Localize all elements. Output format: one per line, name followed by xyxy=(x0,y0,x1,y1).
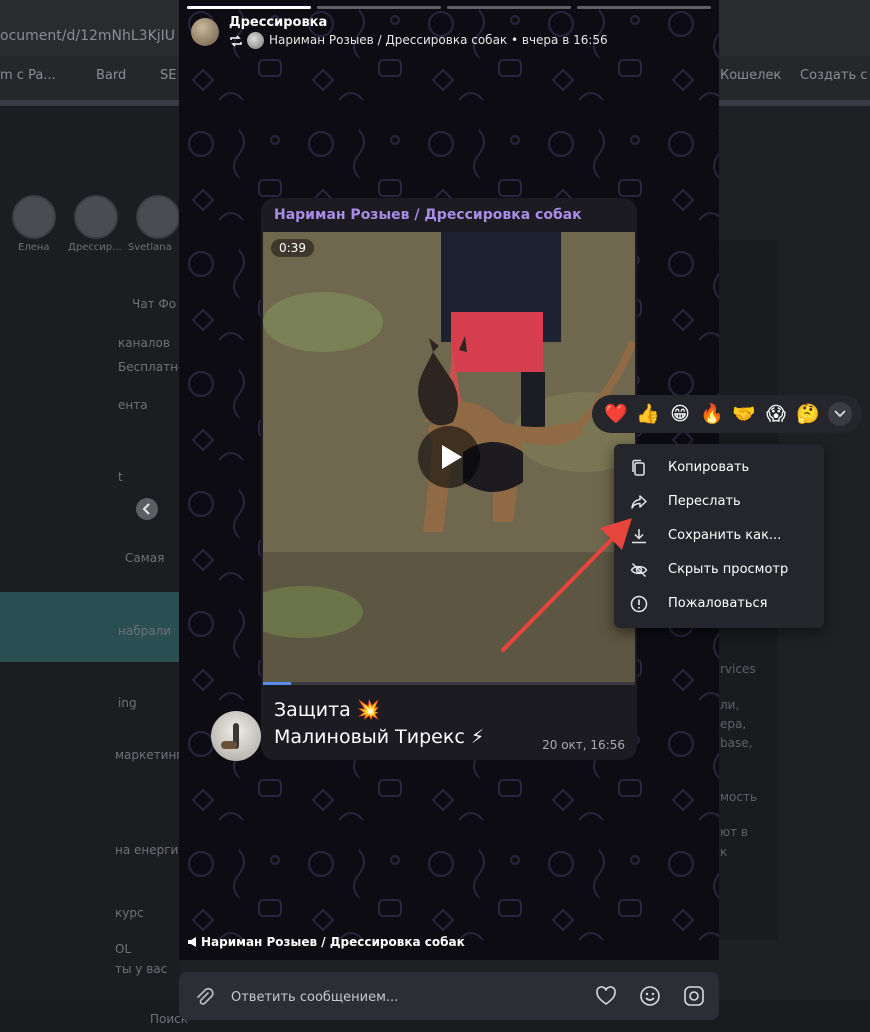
bookmark-item: SE xyxy=(160,68,177,83)
story-author-name[interactable]: Дрессировка xyxy=(229,15,327,30)
story-footer-channel[interactable]: Нариман Розыев / Дрессировка собак xyxy=(201,935,465,949)
background-list-text: Чат Фо xyxy=(132,297,177,311)
message-timestamp: 20 окт, 16:56 xyxy=(542,738,625,752)
background-story-label: Svetlana xyxy=(128,242,172,253)
camera-icon[interactable] xyxy=(683,985,705,1007)
copy-icon xyxy=(632,459,645,476)
background-panel-text: base, xyxy=(720,736,753,750)
play-icon xyxy=(442,445,462,469)
menu-item-label: Скрыть просмотр xyxy=(668,562,789,577)
bookmark-item: Bard xyxy=(96,68,127,83)
menu-item-copy[interactable]: Копировать xyxy=(614,451,824,485)
background-list-text: каналов xyxy=(118,336,170,350)
reaction-thinking[interactable]: 🤔 xyxy=(794,401,822,427)
chevron-down-icon xyxy=(834,410,846,418)
background-list-text: на енерги xyxy=(115,843,179,857)
story-progress-segment xyxy=(447,6,571,9)
background-story-label: Дрессир... xyxy=(68,242,122,253)
background-list-text: ing xyxy=(118,696,137,710)
background-list-text: Бесплатно xyxy=(118,360,186,374)
video-duration: 0:39 xyxy=(271,239,314,257)
repost-icon xyxy=(230,35,242,47)
background-list-text: набрали xyxy=(118,624,172,638)
background-panel-text: ли, xyxy=(720,698,740,712)
menu-item-hide-view[interactable]: Скрыть просмотр xyxy=(614,553,824,587)
previous-story-button[interactable] xyxy=(136,498,158,520)
heart-icon[interactable] xyxy=(595,985,617,1007)
reply-bar xyxy=(179,972,719,1020)
reaction-heart[interactable]: ❤️ xyxy=(602,401,630,427)
sender-avatar[interactable] xyxy=(211,711,261,761)
background-panel-text: мость xyxy=(720,790,758,804)
forwarded-message-card[interactable]: Нариман Розыев / Дрессировка собак 0:39 xyxy=(261,198,637,760)
bookmark-item: Создать с xyxy=(800,68,868,83)
background-list-text: t xyxy=(118,470,123,484)
video-player[interactable]: 0:39 xyxy=(263,232,635,684)
story-author-avatar[interactable] xyxy=(191,18,219,46)
source-avatar xyxy=(247,32,264,49)
background-list-text: ента xyxy=(118,398,148,412)
story-progress-segment xyxy=(187,6,311,9)
play-button[interactable] xyxy=(418,426,480,488)
story-meta[interactable]: Нариман Розыев / Дрессировка собак • вче… xyxy=(269,33,608,47)
download-icon xyxy=(632,529,646,544)
menu-item-save-as[interactable]: Сохранить как... xyxy=(614,519,824,553)
background-panel-text: к xyxy=(720,845,728,859)
smile-icon[interactable] xyxy=(639,985,661,1007)
reaction-handshake[interactable]: 🤝 xyxy=(730,401,758,427)
video-progress-fill xyxy=(263,682,291,685)
background-panel-text: ют в xyxy=(720,825,748,839)
forward-icon xyxy=(631,495,647,509)
background-list-text: курс xyxy=(115,906,144,920)
url-text: ocument/d/12mNhL3KjIU xyxy=(0,28,176,44)
menu-item-label: Переслать xyxy=(668,494,741,509)
story-progress-segment xyxy=(317,6,441,9)
message-channel-name[interactable]: Нариман Розыев / Дрессировка собак xyxy=(274,207,582,223)
background-story-label: Елена xyxy=(18,242,50,253)
menu-item-label: Копировать xyxy=(668,460,750,475)
reaction-thumbs-up[interactable]: 👍 xyxy=(634,401,662,427)
message-caption-line: Малиновый Тирекс ⚡ xyxy=(274,726,485,748)
background-list-text: маркетинг xyxy=(115,748,183,762)
paperclip-icon[interactable] xyxy=(193,986,215,1008)
menu-item-forward[interactable]: Переслать xyxy=(614,485,824,519)
background-list-text: OL xyxy=(115,942,132,956)
avatar-dog-shape xyxy=(221,741,237,749)
reaction-grin[interactable]: 😁 xyxy=(666,401,694,427)
reply-input[interactable] xyxy=(229,982,583,1012)
background-list-text: ты у вас xyxy=(115,962,168,976)
report-icon xyxy=(630,595,648,613)
context-menu: Копировать Переслать Сохранить как... Ск… xyxy=(614,444,824,628)
bookmark-item: m c Pa... xyxy=(0,68,56,83)
background-story-avatar xyxy=(136,195,180,239)
reaction-scream[interactable]: 😱 xyxy=(762,401,790,427)
reaction-fire[interactable]: 🔥 xyxy=(698,401,726,427)
video-progress-bar[interactable] xyxy=(263,682,635,685)
reactions-bar: ❤️ 👍 😁 🔥 🤝 😱 🤔 xyxy=(592,395,862,433)
story-progress-segment xyxy=(577,6,711,9)
expand-reactions-button[interactable] xyxy=(828,402,852,426)
menu-item-label: Сохранить как... xyxy=(668,528,782,543)
message-caption-line: Защита 💥 xyxy=(274,699,381,721)
chevron-left-icon xyxy=(142,503,150,515)
background-story-avatar xyxy=(74,195,118,239)
background-story-avatar xyxy=(12,195,56,239)
megaphone-icon xyxy=(188,937,196,947)
menu-item-label: Пожаловаться xyxy=(668,596,768,611)
background-panel-text: rvices xyxy=(720,662,756,676)
eye-off-icon xyxy=(630,562,648,578)
background-list-text: Самая xyxy=(125,551,165,565)
background-panel-text: ера, xyxy=(720,717,747,731)
bookmark-item: Кошелек xyxy=(720,68,782,83)
menu-item-report[interactable]: Пожаловаться xyxy=(614,587,824,621)
